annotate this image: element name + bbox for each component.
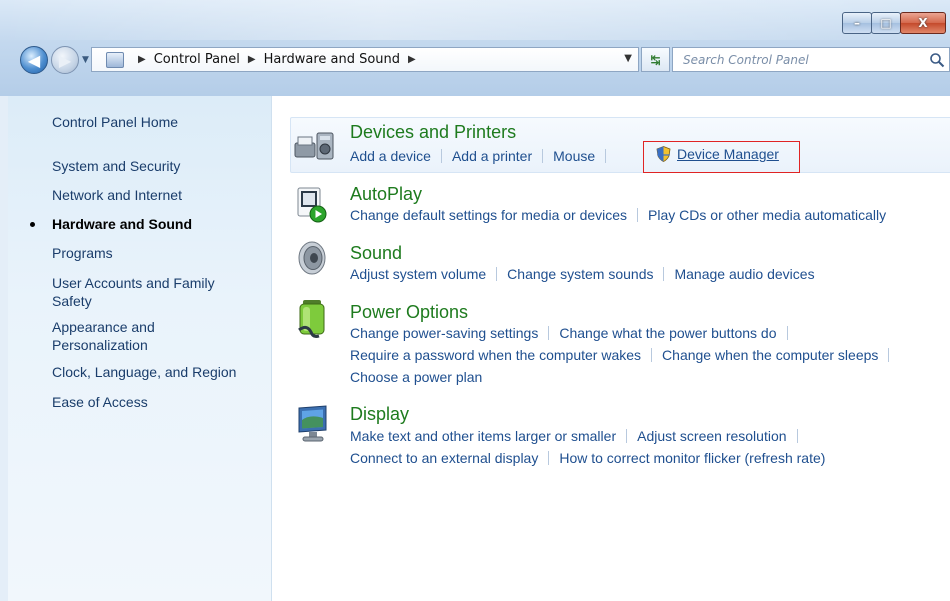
maximize-button[interactable]: □ xyxy=(871,12,901,34)
maximize-icon: □ xyxy=(880,16,892,30)
control-panel-icon xyxy=(106,51,124,68)
power-options-title[interactable]: Power Options xyxy=(350,301,468,323)
device-manager-item[interactable]: Device Manager xyxy=(656,146,779,162)
change-power-buttons-link[interactable]: Change what the power buttons do xyxy=(559,325,776,341)
refresh-icon: ↹ xyxy=(650,52,661,67)
selected-bullet-icon xyxy=(30,222,35,227)
make-text-larger-link[interactable]: Make text and other items larger or smal… xyxy=(350,428,616,444)
manage-audio-devices-link[interactable]: Manage audio devices xyxy=(674,266,814,282)
breadcrumb-chevron-icon[interactable]: ▶ xyxy=(408,54,416,65)
autoplay-icon[interactable] xyxy=(296,186,328,224)
change-power-saving-settings-link[interactable]: Change power-saving settings xyxy=(350,325,538,341)
choose-power-plan-link[interactable]: Choose a power plan xyxy=(350,369,482,385)
device-manager-link[interactable]: Device Manager xyxy=(677,146,779,162)
sidebar-item-ease-of-access[interactable]: Ease of Access xyxy=(52,393,148,411)
sidebar-item-clock-language-region[interactable]: Clock, Language, and Region xyxy=(52,363,236,381)
change-when-computer-sleeps-link[interactable]: Change when the computer sleeps xyxy=(662,347,878,363)
connect-external-display-link[interactable]: Connect to an external display xyxy=(350,450,538,466)
change-default-media-settings-link[interactable]: Change default settings for media or dev… xyxy=(350,207,627,223)
correct-monitor-flicker-link[interactable]: How to correct monitor flicker (refresh … xyxy=(559,450,825,466)
mouse-link[interactable]: Mouse xyxy=(553,148,595,164)
battery-icon[interactable] xyxy=(297,298,329,340)
devices-and-printers-title[interactable]: Devices and Printers xyxy=(350,121,516,143)
sidebar-item-user-accounts[interactable]: User Accounts and Family Safety xyxy=(52,274,252,310)
minimize-button[interactable]: – xyxy=(842,12,872,34)
search-input[interactable] xyxy=(681,51,915,68)
change-system-sounds-link[interactable]: Change system sounds xyxy=(507,266,653,282)
search-box[interactable] xyxy=(672,47,950,72)
close-button[interactable]: X xyxy=(900,12,946,34)
adjust-screen-resolution-link[interactable]: Adjust screen resolution xyxy=(637,428,786,444)
power-options-links-row2: Require a password when the computer wak… xyxy=(350,345,899,365)
control-panel-window: – □ X ◀ ▶ ▼ ▶ Control Panel ▶ Hardware a… xyxy=(0,0,950,601)
uac-shield-icon xyxy=(656,146,671,162)
address-dropdown-icon[interactable]: ▼ xyxy=(624,53,632,64)
play-cds-automatically-link[interactable]: Play CDs or other media automatically xyxy=(648,207,886,223)
sidebar-item-hardware-and-sound[interactable]: Hardware and Sound xyxy=(52,215,192,233)
breadcrumb-chevron-icon[interactable]: ▶ xyxy=(248,54,256,65)
sidebar-item-control-panel-home[interactable]: Control Panel Home xyxy=(52,113,178,131)
display-title[interactable]: Display xyxy=(350,403,409,425)
sound-title[interactable]: Sound xyxy=(350,242,402,264)
add-a-device-link[interactable]: Add a device xyxy=(350,148,431,164)
add-a-printer-link[interactable]: Add a printer xyxy=(452,148,532,164)
monitor-icon[interactable] xyxy=(296,404,330,444)
require-password-on-wake-link[interactable]: Require a password when the computer wak… xyxy=(350,347,641,363)
navigation-buttons: ◀ ▶ ▼ xyxy=(20,46,89,74)
minimize-icon: – xyxy=(854,16,860,30)
breadcrumb-hardware-and-sound[interactable]: Hardware and Sound xyxy=(264,52,400,67)
autoplay-links: Change default settings for media or dev… xyxy=(350,205,886,225)
back-arrow-icon: ◀ xyxy=(27,50,41,70)
speaker-icon[interactable] xyxy=(296,240,328,276)
close-icon: X xyxy=(918,16,928,30)
forward-button[interactable]: ▶ xyxy=(51,46,79,74)
sidebar-item-programs[interactable]: Programs xyxy=(52,244,113,262)
breadcrumb-control-panel[interactable]: Control Panel xyxy=(154,52,240,67)
recent-pages-dropdown[interactable]: ▼ xyxy=(82,55,89,65)
back-button[interactable]: ◀ xyxy=(20,46,48,74)
sidebar-item-appearance[interactable]: Appearance and Personalization xyxy=(52,318,212,354)
adjust-system-volume-link[interactable]: Adjust system volume xyxy=(350,266,486,282)
printer-icon[interactable] xyxy=(293,131,339,163)
display-links-row2: Connect to an external display How to cor… xyxy=(350,448,825,468)
address-bar[interactable]: ▶ Control Panel ▶ Hardware and Sound ▶ ▼ xyxy=(91,47,639,72)
autoplay-title[interactable]: AutoPlay xyxy=(350,183,422,205)
breadcrumb-chevron-icon[interactable]: ▶ xyxy=(138,54,146,65)
forward-arrow-icon: ▶ xyxy=(58,50,72,70)
refresh-button[interactable]: ↹ xyxy=(641,47,670,72)
window-controls: – □ X xyxy=(842,12,946,34)
search-icon[interactable] xyxy=(929,52,945,68)
power-options-links-row3: Choose a power plan xyxy=(350,367,482,387)
devices-and-printers-links: Add a device Add a printer Mouse xyxy=(350,146,616,166)
sidebar-item-network-and-internet[interactable]: Network and Internet xyxy=(52,186,182,204)
display-links-row1: Make text and other items larger or smal… xyxy=(350,426,808,446)
power-options-links-row1: Change power-saving settings Change what … xyxy=(350,323,798,343)
sound-links: Adjust system volume Change system sounds… xyxy=(350,264,815,284)
sidebar-item-system-and-security[interactable]: System and Security xyxy=(52,157,180,175)
